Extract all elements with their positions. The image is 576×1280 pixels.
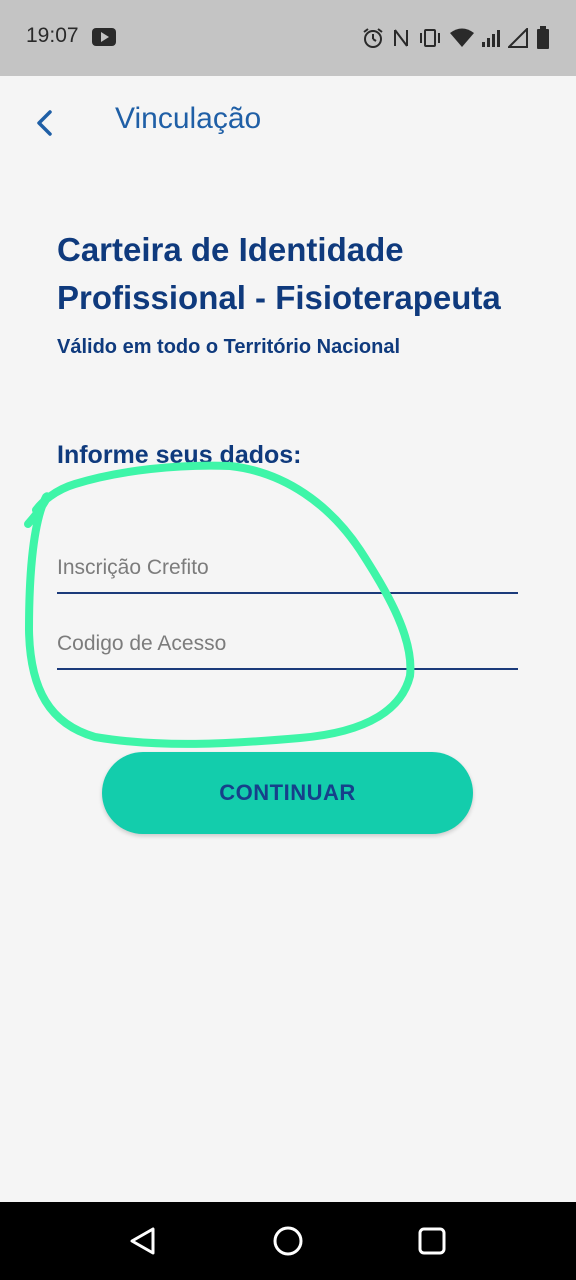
crefito-input[interactable]: [57, 544, 518, 594]
nfc-icon: [392, 27, 410, 53]
nav-recents-button[interactable]: [412, 1221, 452, 1261]
nav-home-button[interactable]: [268, 1221, 308, 1261]
back-triangle-icon: [123, 1227, 163, 1265]
recents-square-icon: [412, 1227, 452, 1265]
access-code-input[interactable]: [57, 620, 518, 670]
signal-empty-icon: [506, 26, 528, 52]
system-nav-bar: [0, 1202, 576, 1280]
battery-icon: [536, 26, 550, 54]
back-button[interactable]: [26, 104, 66, 144]
youtube-icon: [92, 28, 116, 50]
alarm-icon: [362, 27, 384, 53]
nav-back-button[interactable]: [123, 1221, 163, 1261]
continue-button[interactable]: CONTINUAR: [102, 752, 473, 834]
signal-icon: [482, 28, 500, 52]
app-header: Vinculação: [0, 76, 576, 168]
card-title: Carteira de Identidade Profissional - Fi…: [57, 231, 501, 316]
home-circle-icon: [268, 1226, 308, 1265]
status-bar: 19:07: [0, 0, 576, 76]
status-time: 19:07: [26, 24, 79, 47]
chevron-left-icon: [26, 110, 66, 148]
form-heading: Informe seus dados:: [57, 441, 302, 469]
page-title: Vinculação: [115, 102, 262, 135]
card-subtitle: Válido em todo o Território Nacional: [57, 336, 400, 358]
status-icons: [362, 26, 550, 54]
vibrate-icon: [418, 27, 442, 53]
wifi-icon: [450, 28, 474, 52]
